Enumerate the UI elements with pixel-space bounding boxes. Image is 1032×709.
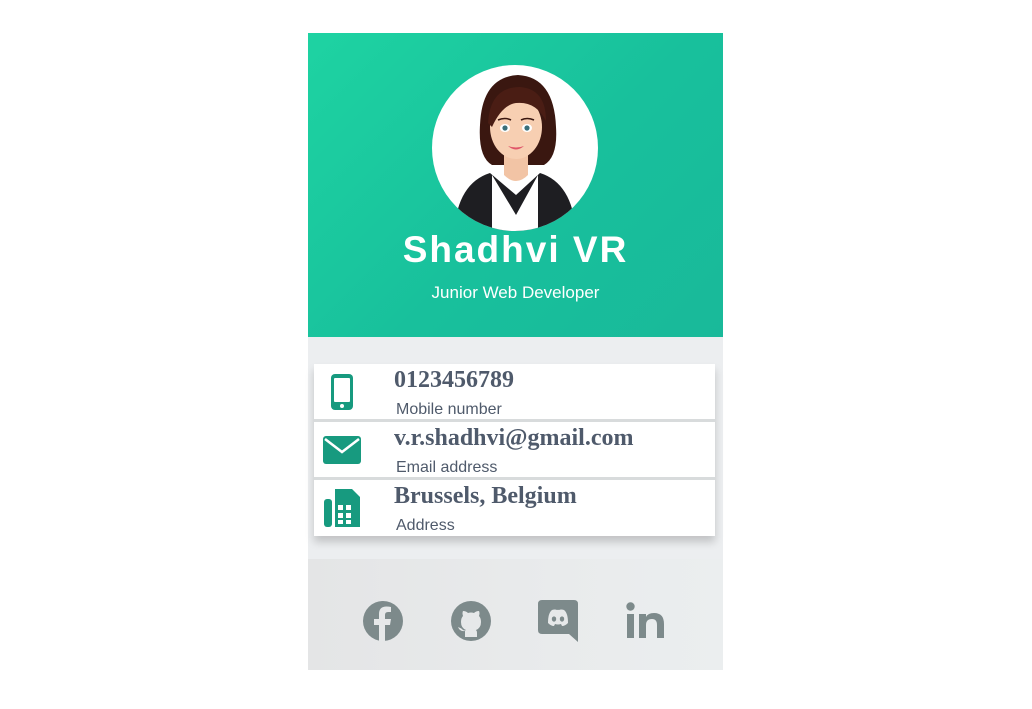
envelope-icon	[322, 430, 362, 470]
mobile-phone-icon	[322, 372, 362, 412]
contact-label: Address	[396, 517, 455, 534]
fax-building-icon	[322, 488, 362, 528]
profile-header: Shadhvi VR Junior Web Developer	[308, 33, 723, 337]
github-icon[interactable]	[450, 600, 492, 642]
contact-value: Brussels, Belgium	[394, 483, 577, 509]
linkedin-icon[interactable]	[625, 600, 667, 642]
profile-card: Shadhvi VR Junior Web Developer 01234567…	[308, 33, 723, 670]
social-bar	[308, 559, 723, 670]
contact-label: Mobile number	[396, 401, 502, 418]
contact-label: Email address	[396, 459, 498, 476]
contact-item-address[interactable]: Brussels, Belgium Address	[314, 480, 715, 536]
avatar	[432, 65, 598, 231]
contact-value: 0123456789	[394, 367, 514, 393]
contact-item-email[interactable]: v.r.shadhvi@gmail.com Email address	[314, 422, 715, 480]
contact-value: v.r.shadhvi@gmail.com	[394, 425, 634, 451]
profile-role: Junior Web Developer	[431, 283, 600, 302]
facebook-icon[interactable]	[362, 600, 404, 642]
profile-name: Shadhvi VR	[402, 229, 629, 270]
contact-item-mobile[interactable]: 0123456789 Mobile number	[314, 364, 715, 422]
woman-avatar-icon	[454, 75, 576, 231]
contact-list: 0123456789 Mobile number v.r.shadhvi@gma…	[314, 364, 715, 536]
discord-icon[interactable]	[537, 600, 579, 642]
